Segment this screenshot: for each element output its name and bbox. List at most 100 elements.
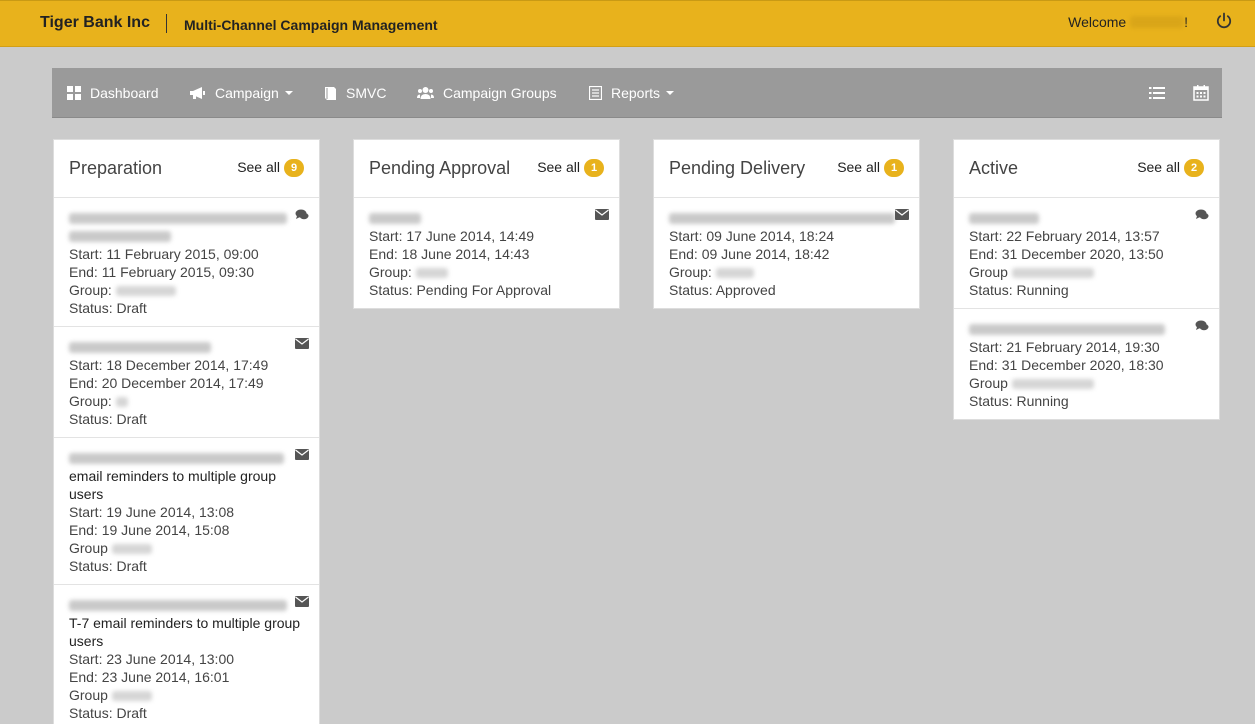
campaign-name-redacted[interactable] (969, 213, 1039, 224)
card-group-label: Group (969, 264, 1008, 280)
column-active: Active See all 2 Start: 22 February 2014,… (953, 139, 1220, 420)
campaign-name-redacted[interactable] (69, 342, 211, 353)
card-group-label: Group: (369, 264, 412, 280)
group-name-redacted (111, 544, 152, 554)
column-header: Preparation See all 9 (54, 140, 319, 198)
column-title: Pending Delivery (669, 158, 806, 178)
envelope-icon[interactable] (595, 209, 609, 220)
see-all-link[interactable]: See all 2 (1137, 159, 1204, 177)
nav-dashboard-label: Dashboard (90, 85, 159, 101)
card-group-label: Group: (69, 393, 112, 409)
group-name-redacted (1011, 268, 1094, 278)
card-status: Status: Draft (69, 411, 147, 427)
header-divider (166, 14, 167, 33)
campaign-card[interactable]: Start: 17 June 2014, 14:49 End: 18 June … (354, 198, 619, 308)
nav-reports-label: Reports (611, 85, 661, 101)
nav-campaign[interactable]: Campaign (189, 68, 293, 118)
top-header: Tiger Bank Inc Multi-Channel Campaign Ma… (0, 0, 1255, 47)
group-name-redacted (715, 268, 754, 278)
card-status: Status: Pending For Approval (369, 282, 552, 298)
group-name-redacted (115, 397, 128, 407)
card-group: Group (969, 263, 1204, 281)
campaign-name-redacted[interactable] (69, 453, 284, 464)
nav-reports[interactable]: Reports (589, 68, 675, 118)
card-end: End: 19 June 2014, 15:08 (69, 522, 230, 538)
group-name-redacted (415, 268, 448, 278)
brand-name[interactable]: Tiger Bank Inc (40, 14, 150, 32)
comment-icon[interactable] (1195, 209, 1209, 221)
nav-campaign-groups-label: Campaign Groups (443, 85, 557, 101)
comment-icon[interactable] (1195, 320, 1209, 332)
campaign-name-redacted[interactable] (669, 213, 895, 224)
campaign-name-redacted[interactable] (69, 600, 287, 611)
envelope-icon[interactable] (895, 209, 909, 220)
card-start: Start: 11 February 2015, 09:00 (69, 246, 259, 262)
list-view-icon[interactable] (1149, 85, 1165, 101)
calendar-icon[interactable] (1193, 85, 1209, 101)
campaign-card[interactable]: Start: 18 December 2014, 17:49 End: 20 D… (54, 327, 319, 438)
group-name-redacted (115, 286, 176, 296)
card-start: Start: 22 February 2014, 13:57 (969, 228, 1160, 244)
see-all-label: See all (237, 159, 280, 175)
card-start: Start: 23 June 2014, 13:00 (69, 651, 235, 667)
campaign-card[interactable]: Start: 22 February 2014, 13:57 End: 31 D… (954, 198, 1219, 309)
welcome-suffix: ! (1184, 14, 1188, 30)
nav-dashboard[interactable]: Dashboard (67, 68, 159, 118)
column-pending-approval: Pending Approval See all 1 Start: 17 June… (353, 139, 620, 309)
card-end: End: 31 December 2020, 13:50 (969, 246, 1164, 262)
envelope-icon[interactable] (295, 338, 309, 349)
bullhorn-icon (190, 87, 205, 99)
card-description: email reminders to multiple group users (69, 468, 276, 502)
card-group-label: Group: (69, 282, 112, 298)
card-status: Status: Draft (69, 705, 147, 721)
see-all-link[interactable]: See all 9 (237, 159, 304, 177)
card-group: Group (969, 374, 1204, 392)
column-title: Pending Approval (369, 158, 511, 178)
app-title: Multi-Channel Campaign Management (184, 17, 438, 33)
chevron-down-icon (284, 91, 293, 95)
envelope-icon[interactable] (295, 449, 309, 460)
column-preparation: Preparation See all 9 Start: 11 February … (53, 139, 320, 724)
campaign-card[interactable]: Start: 21 February 2014, 19:30 End: 31 D… (954, 309, 1219, 419)
campaign-name-redacted[interactable] (969, 324, 1165, 335)
group-name-redacted (1011, 379, 1094, 389)
welcome-text: Welcome ! (1068, 14, 1188, 30)
campaign-name-redacted[interactable] (69, 213, 287, 224)
campaign-name-redacted[interactable] (369, 213, 421, 224)
count-badge: 2 (1184, 159, 1204, 177)
see-all-link[interactable]: See all 1 (837, 159, 904, 177)
count-badge: 1 (584, 159, 604, 177)
card-end: End: 20 December 2014, 17:49 (69, 375, 264, 391)
campaign-card[interactable]: email reminders to multiple group users … (54, 438, 319, 585)
column-header: Pending Delivery See all 1 (654, 140, 919, 198)
nav-campaign-label: Campaign (215, 85, 279, 101)
username-redacted (1130, 16, 1185, 28)
nav-smvc-label: SMVC (346, 85, 387, 101)
card-start: Start: 17 June 2014, 14:49 (369, 228, 535, 244)
column-header: Pending Approval See all 1 (354, 140, 619, 198)
count-badge: 1 (884, 159, 904, 177)
welcome-label: Welcome (1068, 14, 1127, 30)
envelope-icon[interactable] (295, 596, 309, 607)
card-start: Start: 21 February 2014, 19:30 (969, 339, 1160, 355)
card-group-label: Group (969, 375, 1008, 391)
card-group-label: Group (69, 687, 108, 703)
nav-campaign-groups[interactable]: Campaign Groups (417, 68, 557, 118)
card-description: T-7 email reminders to multiple group us… (69, 615, 301, 649)
campaign-card[interactable]: T-7 email reminders to multiple group us… (54, 585, 319, 724)
see-all-link[interactable]: See all 1 (537, 159, 604, 177)
card-status: Status: Approved (669, 282, 776, 298)
campaign-card[interactable]: Start: 09 June 2014, 18:24 End: 09 June … (654, 198, 919, 308)
power-icon[interactable] (1215, 12, 1233, 30)
column-title: Active (969, 158, 1019, 178)
see-all-label: See all (1137, 159, 1180, 175)
campaign-card[interactable]: Start: 11 February 2015, 09:00 End: 11 F… (54, 198, 319, 327)
card-end: End: 11 February 2015, 09:30 (69, 264, 254, 280)
see-all-label: See all (837, 159, 880, 175)
card-group: Group: (369, 263, 604, 281)
nav-smvc[interactable]: SMVC (324, 68, 386, 118)
card-status: Status: Running (969, 282, 1069, 298)
comment-icon[interactable] (295, 209, 309, 221)
card-end: End: 31 December 2020, 18:30 (969, 357, 1164, 373)
report-icon (589, 86, 602, 100)
